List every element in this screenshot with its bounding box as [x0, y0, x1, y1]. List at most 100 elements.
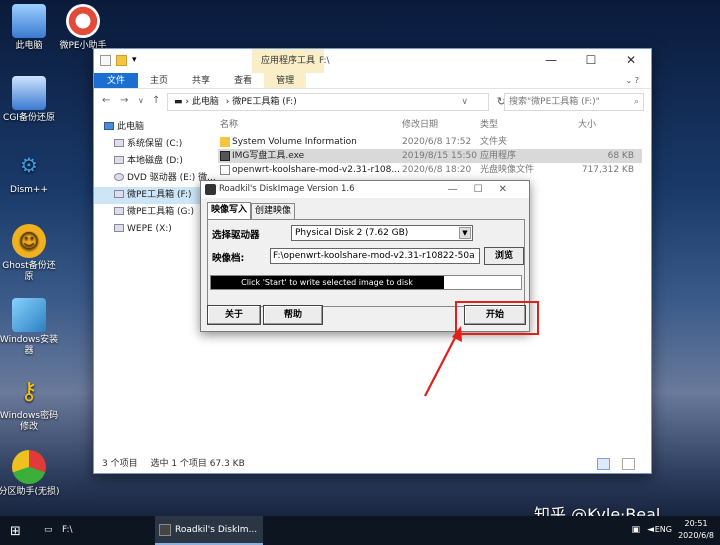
- view-switcher: [597, 458, 645, 470]
- progress-bar: Click 'Start' to write selected image to…: [210, 275, 522, 290]
- desktop-icon-partition[interactable]: 分区助手(无损): [0, 450, 60, 498]
- details-view-icon[interactable]: [597, 458, 610, 470]
- column-name[interactable]: 名称: [218, 115, 402, 135]
- customize-toolbar-icon[interactable]: ▾: [132, 55, 143, 66]
- tab-write-image[interactable]: 映像写入: [207, 202, 252, 220]
- desktop-icon-dism[interactable]: ⚙ Dism++: [0, 148, 60, 196]
- desktop-icon-win-installer[interactable]: Windows安装器: [0, 298, 60, 357]
- language-indicator[interactable]: ENG: [655, 525, 672, 534]
- tab-manage[interactable]: 管理: [264, 73, 307, 88]
- taskbar-explorer-item[interactable]: F:\: [62, 525, 73, 535]
- chevron-down-icon[interactable]: ▼: [459, 227, 471, 239]
- drive-icon: [114, 139, 124, 147]
- address-bar[interactable]: ▬ › 此电脑 › 微PE工具箱 (F:) ∨ ↻: [167, 93, 506, 111]
- window-title: F:\: [319, 56, 330, 66]
- file-size: 68 KB: [607, 151, 634, 161]
- tab-file[interactable]: 文件: [94, 73, 139, 88]
- back-icon[interactable]: ←: [102, 95, 110, 106]
- column-headers: 名称 修改日期 类型 大小: [218, 115, 642, 135]
- up-icon[interactable]: ↑: [152, 95, 160, 106]
- file-size: 717,312 KB: [581, 165, 634, 175]
- gear-icon: ⚙: [20, 152, 38, 177]
- properties-icon[interactable]: [100, 55, 111, 66]
- desktop-icon-ghost[interactable]: ☺ Ghost备份还原: [0, 224, 60, 283]
- nav-item-drive-g[interactable]: 微PE工具箱 (G:): [94, 204, 212, 221]
- status-bar: 3 个项目 选中 1 个项目 67.3 KB: [94, 455, 651, 473]
- desktop-icon-label: Windows安装器: [0, 335, 59, 356]
- desktop-icon-win-password[interactable]: ⚷ Windows密码修改: [0, 374, 60, 433]
- drive-icon: [114, 190, 124, 198]
- table-row[interactable]: openwrt-koolshare-mod-v2.31-r108... 2020…: [218, 163, 642, 177]
- nav-item-drive-e[interactable]: DVD 驱动器 (E:) 微...: [94, 170, 216, 187]
- clock[interactable]: 20:51 2020/6/8: [678, 518, 714, 542]
- large-icons-view-icon[interactable]: [622, 458, 635, 470]
- about-button[interactable]: 关于: [207, 305, 261, 325]
- start-icon[interactable]: ⊞: [10, 524, 21, 539]
- dialog-window-controls: —☐✕: [448, 181, 523, 198]
- nav-item-drive-x[interactable]: WEPE (X:): [94, 221, 212, 238]
- image-path-field[interactable]: F:\openwrt-koolshare-mod-v2.31-r10822-50…: [270, 248, 480, 264]
- taskbar: ⊞ ▭ F:\ Roadkil's DiskIm... ▣ ◄ ENG 20:5…: [0, 516, 720, 545]
- maximize-button[interactable]: ☐: [571, 49, 611, 73]
- drive-label: 选择驱动器: [212, 230, 260, 241]
- title-bar: ▾ 应用程序工具 F:\ — ☐ ✕: [94, 49, 651, 73]
- column-type[interactable]: 类型: [480, 115, 570, 135]
- dvd-icon: [114, 173, 124, 181]
- file-name: openwrt-koolshare-mod-v2.31-r108...: [232, 165, 400, 175]
- help-button[interactable]: 帮助: [263, 305, 323, 325]
- breadcrumb-this-pc[interactable]: 此电脑: [192, 97, 219, 107]
- browse-button[interactable]: 浏览: [484, 247, 524, 265]
- clock-time: 20:51: [684, 519, 708, 528]
- computer-icon: [104, 122, 114, 130]
- address-row: ← → ∨ ↑ ▬ › 此电脑 › 微PE工具箱 (F:) ∨ ↻ 搜索"微PE…: [94, 89, 651, 115]
- backup-icon: [12, 76, 46, 110]
- desktop-icon-label: Ghost备份还原: [2, 261, 56, 282]
- column-size[interactable]: 大小: [570, 115, 634, 135]
- search-input[interactable]: 搜索"微PE工具箱 (F:)" ⌕: [504, 93, 644, 111]
- context-tab-app-tools[interactable]: 应用程序工具: [252, 49, 324, 73]
- dialog-title-bar: Roadkil's DiskImage Version 1.6 —☐✕: [201, 181, 529, 198]
- desktop-icon-this-pc[interactable]: 此电脑: [0, 4, 60, 52]
- new-folder-icon[interactable]: [116, 55, 127, 66]
- nav-label: 微PE工具箱 (G:): [127, 207, 195, 217]
- taskbar-diskimage-item[interactable]: Roadkil's DiskIm...: [155, 516, 263, 545]
- recent-dropdown-icon[interactable]: ∨: [138, 96, 144, 105]
- tab-view[interactable]: 查看: [222, 73, 264, 88]
- minimize-button[interactable]: —: [448, 184, 474, 195]
- speaker-icon[interactable]: ◄: [647, 525, 654, 535]
- tab-create-image[interactable]: 创建映像: [251, 203, 296, 219]
- desktop-icon-label: Windows密码修改: [0, 411, 59, 432]
- nav-item-drive-c[interactable]: 系统保留 (C:): [94, 136, 212, 153]
- desktop-icon-cgi[interactable]: CGI备份还原: [0, 76, 60, 124]
- nav-item-this-pc[interactable]: 此电脑: [94, 119, 212, 136]
- minimize-button[interactable]: —: [531, 49, 571, 73]
- file-date: 2019/8/15 15:50: [402, 151, 477, 161]
- column-date[interactable]: 修改日期: [402, 115, 480, 135]
- expand-ribbon-icon[interactable]: ⌄ ?: [614, 73, 652, 88]
- desktop-icon-pe-helper[interactable]: 微PE小助手: [52, 4, 114, 52]
- dialog-panel: 选择驱动器 Physical Disk 2 (7.62 GB) ▼ 映像档: F…: [207, 219, 525, 307]
- window-controls: — ☐ ✕: [531, 49, 651, 73]
- nav-label: 此电脑: [117, 122, 145, 132]
- drive-icon: [114, 156, 124, 164]
- close-button[interactable]: ✕: [611, 49, 651, 73]
- table-row[interactable]: System Volume Information 2020/6/8 17:52…: [218, 135, 642, 149]
- drive-select[interactable]: Physical Disk 2 (7.62 GB) ▼: [291, 225, 473, 241]
- maximize-button[interactable]: ☐: [474, 184, 499, 195]
- file-type: 文件夹: [480, 137, 508, 147]
- chevron-down-icon[interactable]: ∨: [461, 94, 468, 110]
- drive-icon: [114, 224, 124, 232]
- network-icon[interactable]: ▣: [631, 525, 640, 535]
- partition-icon: [12, 450, 46, 484]
- nav-item-drive-f[interactable]: 微PE工具箱 (F:): [94, 187, 212, 204]
- table-row[interactable]: IMG写盘工具.exe 2019/8/15 15:50 应用程序 68 KB: [218, 149, 642, 163]
- tab-share[interactable]: 共享: [180, 73, 222, 88]
- breadcrumb-drive-f[interactable]: 微PE工具箱 (F:): [232, 97, 297, 107]
- search-icon[interactable]: ⌕: [634, 94, 639, 110]
- close-button[interactable]: ✕: [499, 184, 523, 195]
- nav-label: 微PE工具箱 (F:): [127, 190, 192, 200]
- tab-home[interactable]: 主页: [138, 73, 180, 88]
- nav-item-drive-d[interactable]: 本地磁盘 (D:): [94, 153, 212, 170]
- image-file-label: 映像档:: [212, 253, 245, 264]
- forward-icon[interactable]: →: [120, 95, 128, 106]
